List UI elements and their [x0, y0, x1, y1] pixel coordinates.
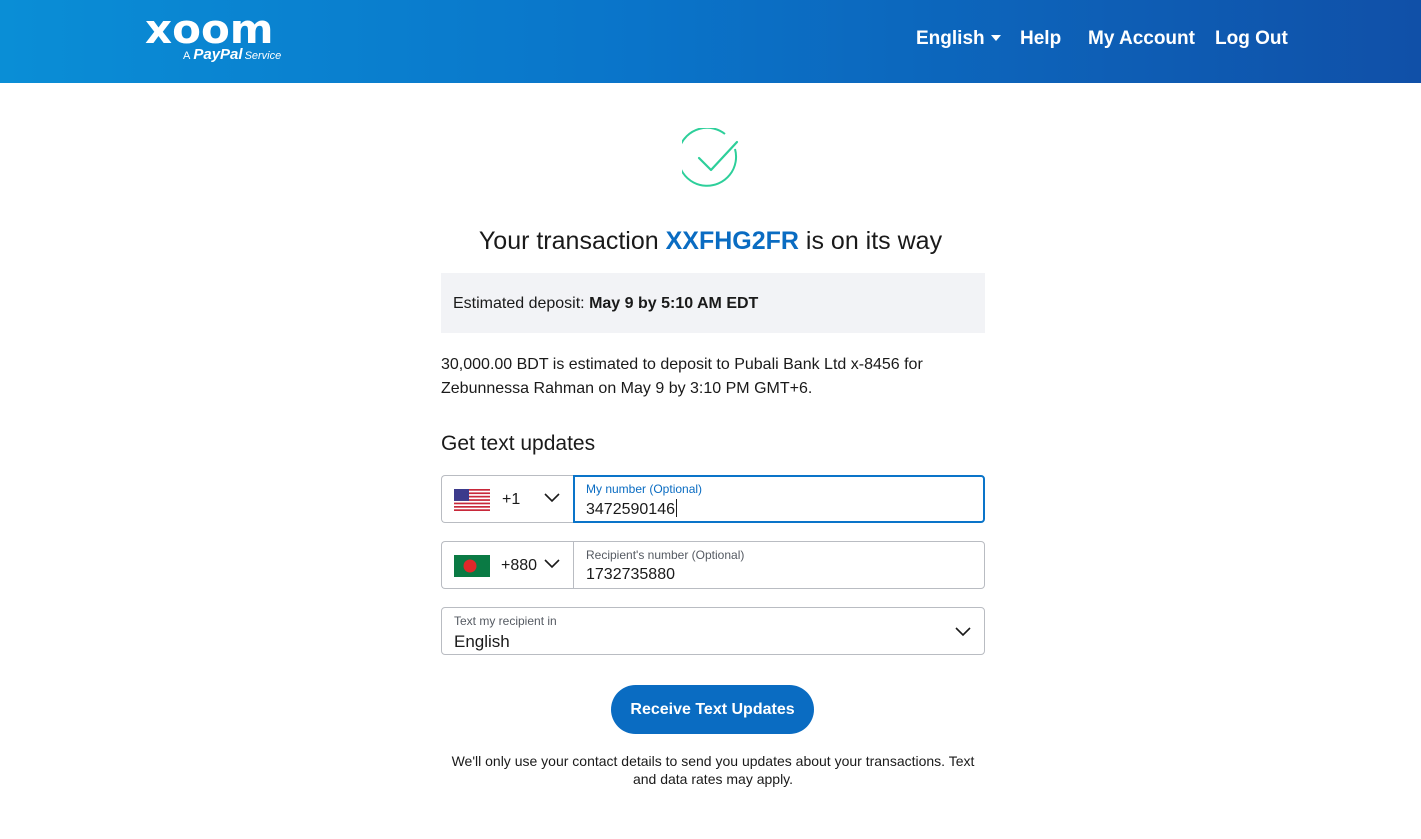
title-suffix: is on its way — [805, 227, 943, 255]
logo-tagline: A PayPal Service — [183, 46, 281, 64]
my-country-code: +1 — [502, 491, 521, 508]
recipient-language-label: Text my recipient in — [454, 614, 557, 628]
logo-brand: PayPal — [193, 46, 243, 63]
estimated-deposit-value: May 9 by 5:10 AM EDT — [589, 295, 759, 312]
text-cursor — [675, 499, 677, 517]
contact-disclaimer: We'll only use your contact details to s… — [451, 753, 975, 787]
logo-wordmark: xoom — [145, 7, 274, 53]
my-number-label: My number (Optional) — [586, 482, 703, 496]
recipient-country-code: +880 — [501, 557, 538, 574]
chevron-down-icon — [544, 559, 560, 569]
transaction-status-title: Your transaction XXFHG2FR is on its way — [0, 225, 1421, 257]
nav-log-out-link[interactable]: Log Out — [1215, 27, 1288, 51]
deposit-description: 30,000.00 BDT is estimated to deposit to… — [441, 356, 923, 397]
my-country-code-select[interactable]: +1 — [441, 475, 574, 523]
recipient-language-value: English — [454, 632, 510, 651]
my-number-field[interactable]: My number (Optional) 3472590146 — [573, 475, 985, 523]
recipient-country-code-select[interactable]: +880 — [441, 541, 574, 589]
language-dropdown[interactable]: English — [916, 27, 1001, 51]
transaction-id: XXFHG2FR — [665, 227, 799, 255]
logo-service: Service — [244, 50, 282, 62]
chevron-down-icon — [544, 493, 560, 503]
chevron-down-icon — [955, 627, 971, 637]
estimated-deposit-label: Estimated deposit: — [453, 295, 585, 312]
top-header: xoom A PayPal Service English Help My Acco… — [0, 0, 1421, 83]
title-prefix: Your transaction — [478, 227, 659, 255]
logo-prefix: A — [183, 50, 191, 62]
estimated-deposit-panel: Estimated deposit: May 9 by 5:10 AM EDT — [441, 273, 985, 333]
recipient-language-select[interactable]: Text my recipient in English — [441, 607, 985, 655]
recipient-number-input[interactable]: 1732735880 — [586, 565, 675, 585]
text-updates-heading: Get text updates — [441, 432, 596, 455]
us-flag-icon — [454, 489, 490, 511]
my-number-value: 3472590146 — [586, 501, 675, 518]
caret-down-icon — [990, 35, 1001, 41]
nav-help-link[interactable]: Help — [1020, 27, 1061, 51]
my-number-row: +1 My number (Optional) 3472590146 — [441, 475, 985, 523]
recipient-number-field[interactable]: Recipient's number (Optional) 1732735880 — [573, 541, 985, 589]
check-circle-icon — [682, 128, 739, 187]
receive-text-updates-button[interactable]: Receive Text Updates — [611, 685, 814, 734]
nav-my-account-link[interactable]: My Account — [1088, 27, 1195, 51]
estimated-deposit-text: Estimated deposit: May 9 by 5:10 AM EDT — [453, 294, 758, 314]
recipient-number-label: Recipient's number (Optional) — [586, 548, 745, 562]
my-number-input[interactable]: 3472590146 — [586, 499, 677, 520]
xoom-logo[interactable]: xoom A PayPal Service — [145, 10, 295, 66]
language-label: English — [916, 28, 985, 49]
bangladesh-flag-icon — [454, 555, 490, 577]
recipient-number-row: +880 Recipient's number (Optional) 17327… — [441, 541, 985, 589]
